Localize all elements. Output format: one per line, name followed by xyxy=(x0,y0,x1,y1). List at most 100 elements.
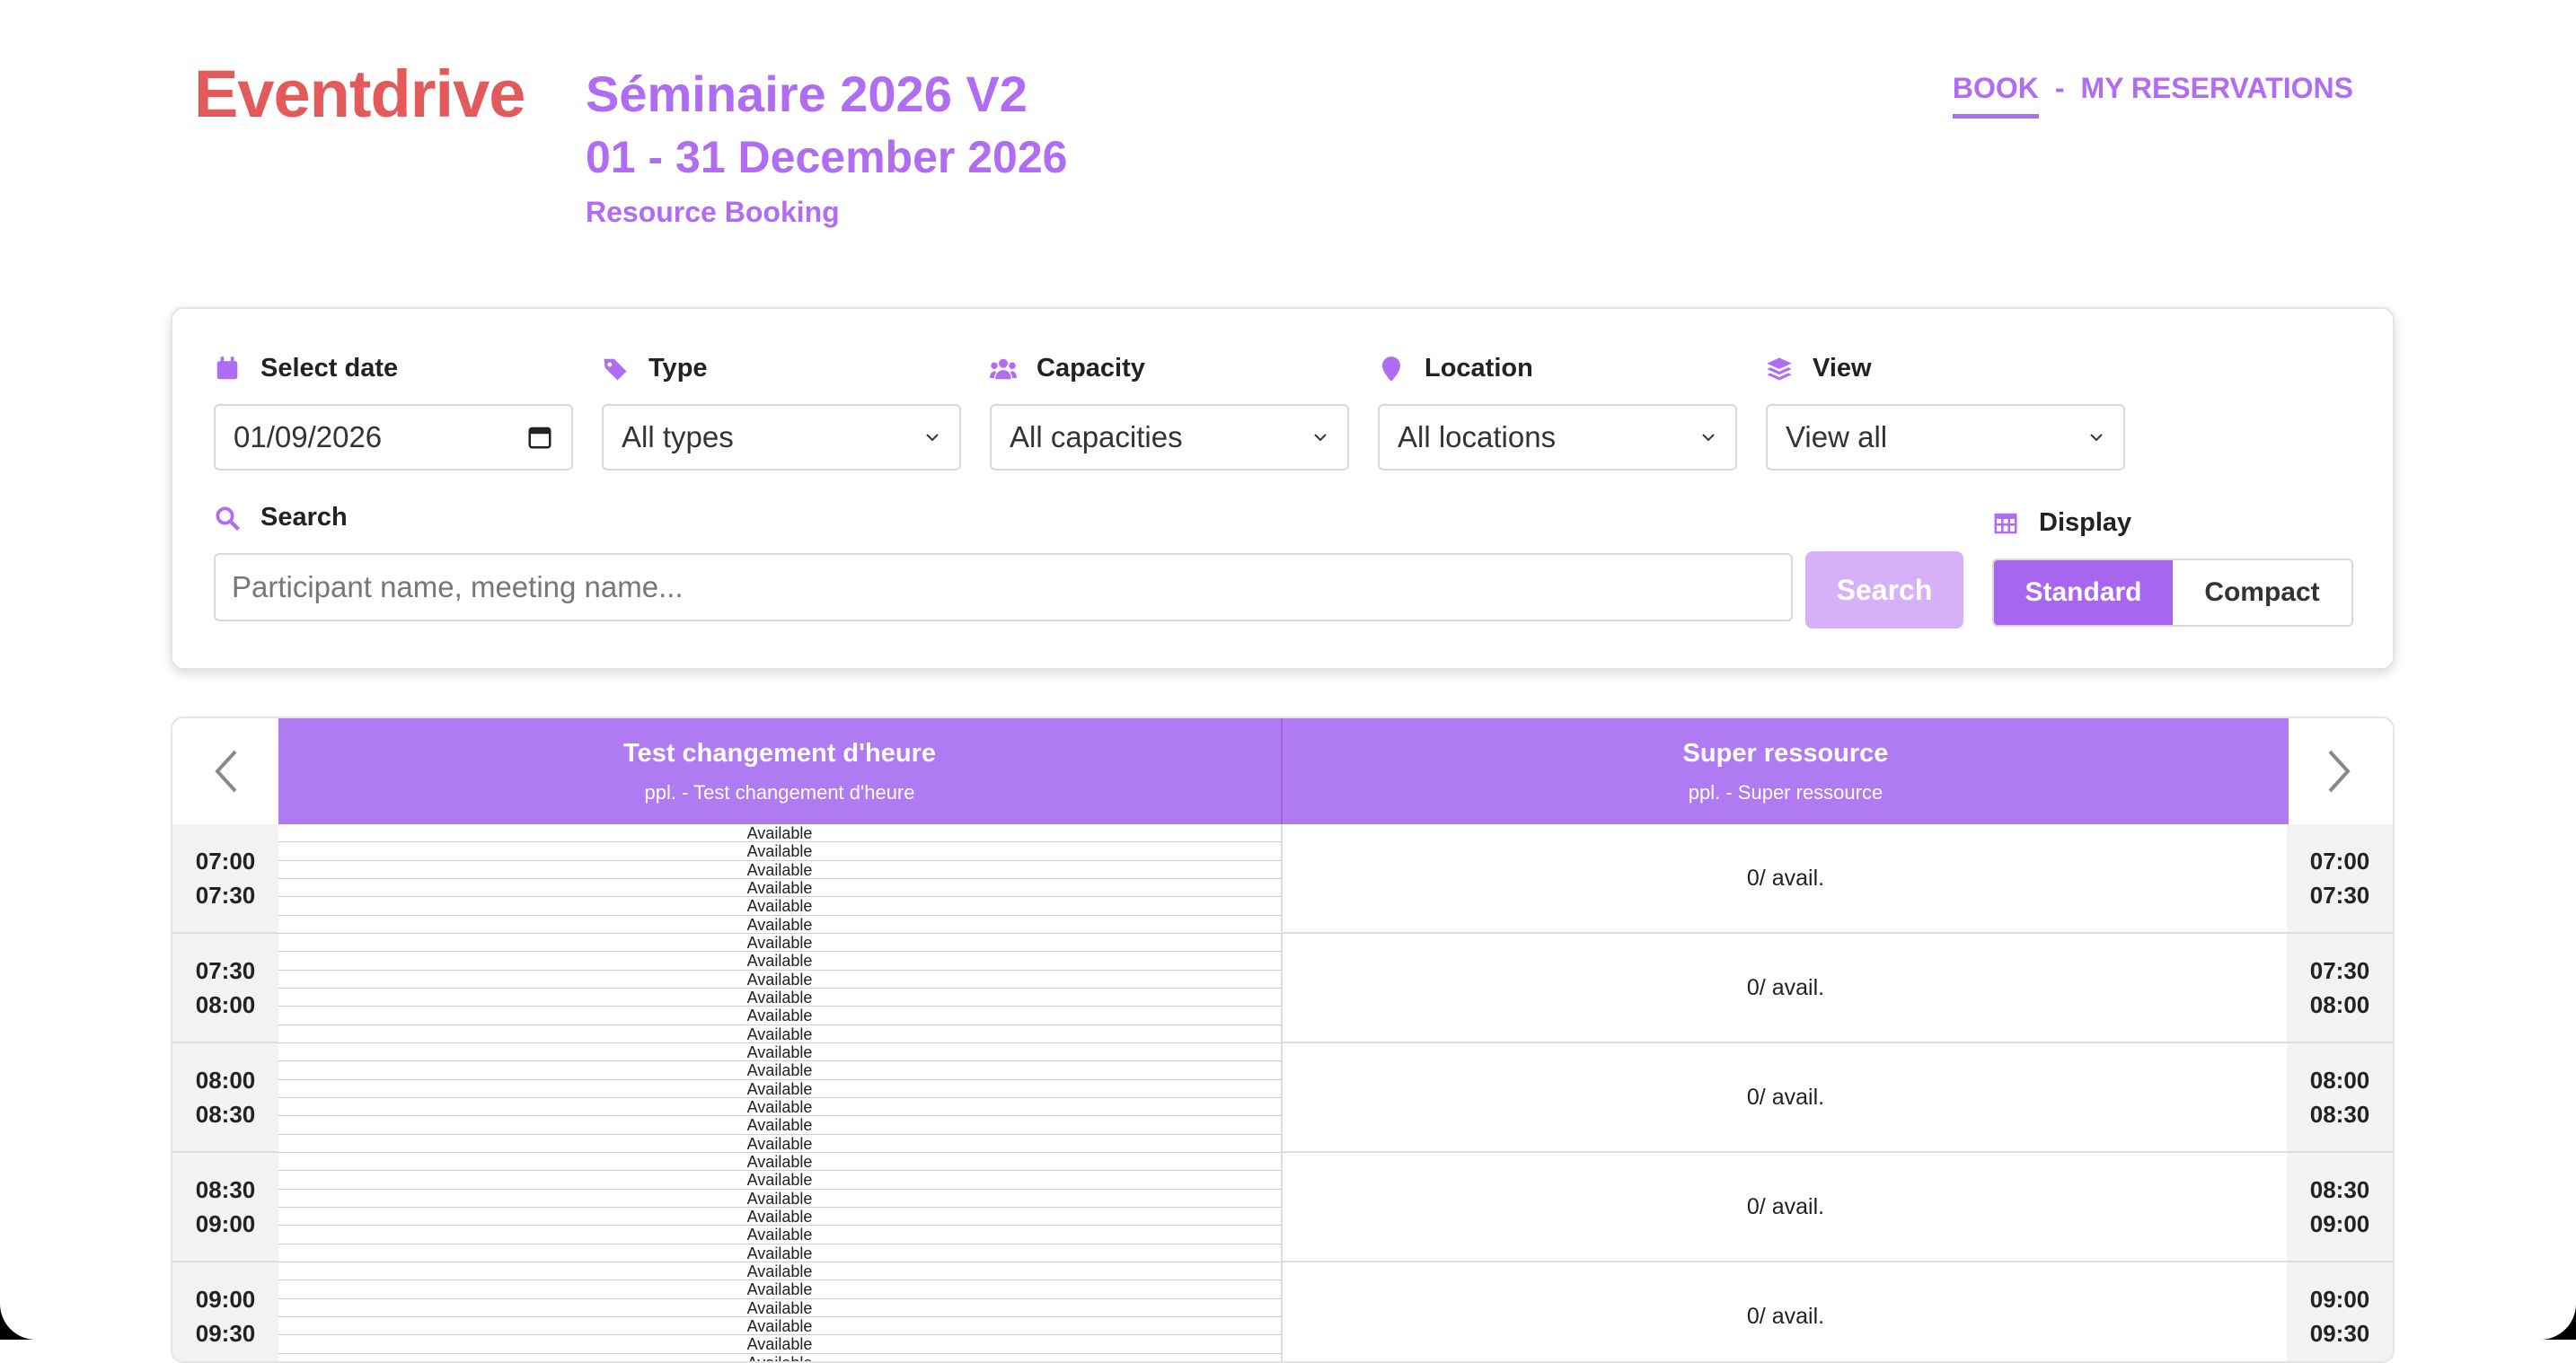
layers-icon xyxy=(1767,357,1792,380)
slot-start-time: 07:30 xyxy=(2309,957,2370,984)
page-subtitle: Resource Booking xyxy=(586,196,840,228)
sub-slot-available[interactable]: Available xyxy=(278,1061,1281,1080)
next-button[interactable] xyxy=(2287,718,2393,824)
sub-slot-available[interactable]: Available xyxy=(278,1007,1281,1025)
slot-start-time: 09:00 xyxy=(195,1286,256,1313)
slot-cell: Available Available Available Available Avai… xyxy=(278,824,1283,934)
sub-slot-available[interactable]: Available xyxy=(278,1043,1281,1062)
sub-slot-available[interactable]: Available xyxy=(278,1317,1281,1336)
type-select[interactable]: All types xyxy=(602,404,961,470)
sub-slot-available[interactable]: Available xyxy=(278,1226,1281,1244)
sub-slot-available[interactable]: Available xyxy=(278,1116,1281,1135)
search-icon xyxy=(216,506,241,531)
slot-start-time: 07:00 xyxy=(2309,848,2370,875)
tag-icon xyxy=(604,358,627,380)
slot-end-time: 09:00 xyxy=(2309,1210,2370,1237)
sub-slot-available[interactable]: Available xyxy=(278,879,1281,898)
availability-cell[interactable]: 0/ avail. xyxy=(1283,1153,2289,1262)
slot-end-time: 08:00 xyxy=(195,991,256,1018)
sub-slot-available[interactable]: Available xyxy=(278,1262,1281,1281)
sub-slot-available[interactable]: Available xyxy=(278,1190,1281,1208)
chevron-down-icon xyxy=(1314,434,1327,442)
booking-grid: Test changement d'heure ppl. - Test chan… xyxy=(171,717,2395,1363)
sub-slot-available[interactable]: Available xyxy=(278,1354,1281,1361)
sub-slot-available[interactable]: Available xyxy=(278,989,1281,1007)
slot-end-time: 09:00 xyxy=(195,1210,256,1237)
capacity-select[interactable]: All capacities xyxy=(990,404,1349,470)
slot-cell: Available Available Available Available Avai… xyxy=(278,1262,1283,1361)
users-icon xyxy=(990,358,1017,379)
page: Eventdrive Séminaire 2026 V2 01 - 31 Dec… xyxy=(0,0,2576,1363)
sub-slot-available[interactable]: Available xyxy=(278,1025,1281,1043)
select-date-label: Select date xyxy=(214,354,398,383)
location-label: Location xyxy=(1378,354,1533,383)
chevron-right-icon xyxy=(2328,750,2351,793)
time-slot-label: 07:30 08:00 xyxy=(172,934,278,1043)
slot-start-time: 08:00 xyxy=(195,1067,256,1094)
nav-book-link[interactable]: BOOK xyxy=(1952,72,2039,119)
sub-slot-available[interactable]: Available xyxy=(278,952,1281,971)
search-button[interactable]: Search xyxy=(1805,551,1963,629)
time-slot-label: 09:00 09:30 xyxy=(172,1262,278,1361)
sub-slot-available[interactable]: Available xyxy=(278,824,1281,843)
sub-slot-available[interactable]: Available xyxy=(278,897,1281,916)
chevron-down-icon xyxy=(926,434,939,442)
slot-start-time: 08:30 xyxy=(195,1176,256,1203)
display-toggle: Standard Compact xyxy=(1992,558,2353,627)
slot-end-time: 09:30 xyxy=(195,1320,256,1347)
top-nav: BOOK - MY RESERVATIONS xyxy=(1952,72,2353,119)
view-select[interactable]: View all xyxy=(1766,404,2125,470)
capacity-label: Capacity xyxy=(990,354,1145,383)
event-dates: 01 - 31 December 2026 xyxy=(586,132,1068,182)
nav-separator: - xyxy=(2054,72,2065,104)
availability-cell[interactable]: 0/ avail. xyxy=(1283,934,2289,1043)
calendar-picker-icon[interactable] xyxy=(526,424,553,451)
sub-slot-available[interactable]: Available xyxy=(278,1208,1281,1227)
sub-slot-available[interactable]: Available xyxy=(278,1280,1281,1299)
slot-end-time: 09:30 xyxy=(2309,1320,2370,1347)
sub-slot-available[interactable]: Available xyxy=(278,934,1281,953)
type-label: Type xyxy=(602,354,708,383)
slot-end-time: 08:30 xyxy=(195,1101,256,1128)
prev-button[interactable] xyxy=(172,718,278,824)
location-pin-icon xyxy=(1382,356,1400,382)
slot-start-time: 09:00 xyxy=(2309,1286,2370,1313)
time-slot-label: 09:00 09:30 xyxy=(2287,1262,2393,1361)
availability-cell[interactable]: 0/ avail. xyxy=(1283,1043,2289,1153)
time-slot-label: 08:30 09:00 xyxy=(172,1153,278,1262)
sub-slot-available[interactable]: Available xyxy=(278,842,1281,861)
slot-start-time: 08:00 xyxy=(2309,1067,2370,1094)
sub-slot-available[interactable]: Available xyxy=(278,1171,1281,1190)
sub-slot-available[interactable]: Available xyxy=(278,1080,1281,1098)
eventdrive-logo[interactable]: Eventdrive xyxy=(194,56,525,132)
sub-slot-available[interactable]: Available xyxy=(278,1153,1281,1172)
event-title: Séminaire 2026 V2 xyxy=(586,66,1028,122)
sub-slot-available[interactable]: Available xyxy=(278,861,1281,879)
sub-slot-available[interactable]: Available xyxy=(278,1135,1281,1153)
resource-header[interactable]: Test changement d'heure ppl. - Test chan… xyxy=(278,718,1283,824)
sub-slot-available[interactable]: Available xyxy=(278,1244,1281,1262)
window-corner xyxy=(2504,1268,2576,1340)
display-compact-button[interactable]: Compact xyxy=(2173,560,2351,625)
nav-my-reservations-link[interactable]: MY RESERVATIONS xyxy=(2081,72,2353,105)
window-corner xyxy=(0,1268,72,1340)
sub-slot-available[interactable]: Available xyxy=(278,1335,1281,1354)
sub-slot-available[interactable]: Available xyxy=(278,971,1281,989)
time-slot-label: 08:30 09:00 xyxy=(2287,1153,2393,1262)
availability-cell[interactable]: 0/ avail. xyxy=(1283,824,2289,934)
sub-slot-available[interactable]: Available xyxy=(278,1098,1281,1117)
time-slot-label: 07:00 07:30 xyxy=(172,824,278,934)
sub-slot-available[interactable]: Available xyxy=(278,916,1281,934)
slot-start-time: 07:00 xyxy=(195,848,256,875)
sub-slot-available[interactable]: Available xyxy=(278,1299,1281,1317)
slot-end-time: 08:00 xyxy=(2309,991,2370,1018)
location-select[interactable]: All locations xyxy=(1378,404,1737,470)
display-label: Display xyxy=(1992,508,2131,538)
chevron-down-icon xyxy=(1702,434,1715,442)
search-input[interactable]: Participant name, meeting name... xyxy=(214,553,1793,621)
resource-header[interactable]: Super ressource ppl. - Super ressource xyxy=(1283,718,2289,824)
slot-start-time: 07:30 xyxy=(195,957,256,984)
display-standard-button[interactable]: Standard xyxy=(1994,560,2173,625)
availability-cell[interactable]: 0/ avail. xyxy=(1283,1262,2289,1361)
date-input[interactable]: 01/09/2026 xyxy=(214,404,573,470)
